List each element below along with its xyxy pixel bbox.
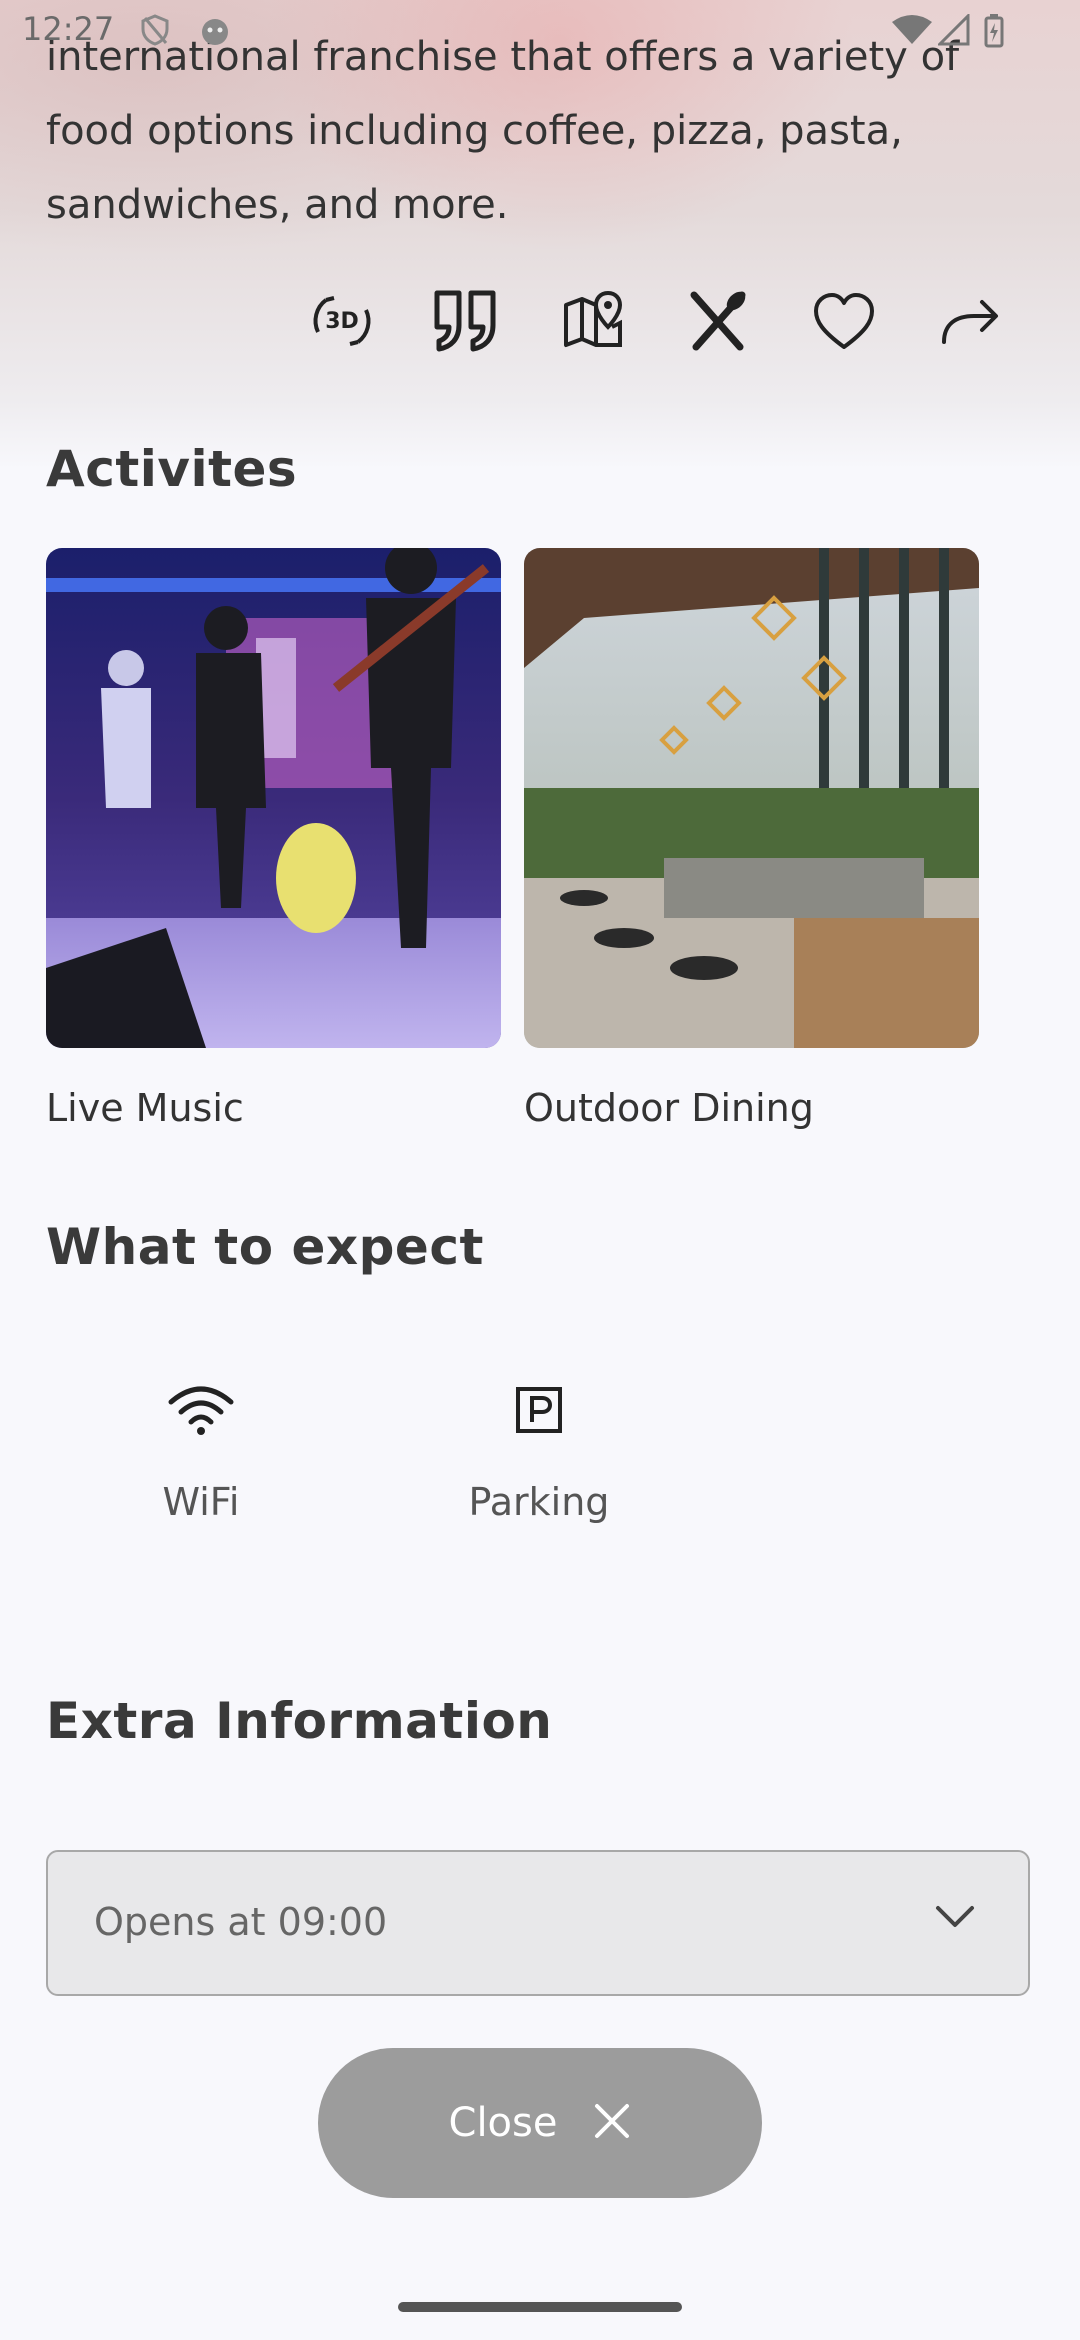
activity-label: Outdoor Dining — [524, 1086, 814, 1130]
chevron-down-icon — [934, 1904, 976, 1934]
opening-hours-dropdown[interactable]: Opens at 09:00 — [46, 1850, 1030, 1996]
favorite-button[interactable] — [806, 286, 882, 356]
amenity-label: Parking — [468, 1480, 610, 1524]
cell-signal-icon — [936, 12, 970, 50]
quote-icon — [434, 290, 496, 352]
wifi-icon — [91, 1380, 311, 1440]
status-bar: 12:27 — [0, 0, 1080, 60]
android-icon — [198, 14, 232, 50]
share-icon — [942, 300, 998, 344]
live-music-image — [46, 548, 501, 1048]
outdoor-dining-image — [524, 548, 979, 1048]
amenity-wifi: WiFi — [91, 1380, 311, 1524]
parking-icon — [429, 1380, 649, 1440]
fork-knife-icon — [690, 291, 746, 351]
activity-card-live-music[interactable]: Live Music — [46, 548, 501, 1130]
amenity-parking: Parking — [429, 1380, 649, 1524]
activity-card-outdoor-dining[interactable]: Outdoor Dining — [524, 548, 979, 1130]
amenity-label: WiFi — [162, 1480, 240, 1524]
wifi-signal-icon — [890, 14, 934, 50]
status-time: 12:27 — [22, 10, 115, 48]
close-button[interactable]: Close — [318, 2048, 762, 2198]
quotes-button[interactable] — [428, 286, 504, 356]
map-pin-icon — [564, 290, 623, 347]
heart-icon — [814, 293, 874, 349]
share-button[interactable] — [932, 286, 1008, 356]
opening-hours-value: Opens at 09:00 — [94, 1900, 388, 1944]
close-icon — [593, 2102, 631, 2144]
home-indicator[interactable] — [398, 2302, 682, 2312]
restaurant-button[interactable] — [680, 286, 756, 356]
map-button[interactable] — [556, 286, 632, 356]
activity-label: Live Music — [46, 1086, 244, 1130]
what-to-expect-title: What to expect — [46, 1218, 484, 1276]
battery-icon — [984, 14, 1004, 52]
3d-view-button[interactable]: 3D — [304, 286, 380, 356]
shield-icon — [140, 14, 170, 50]
close-button-label: Close — [448, 2100, 558, 2146]
svg-text:3D: 3D — [325, 309, 359, 334]
action-bar: 3D — [0, 286, 1080, 356]
extra-information-title: Extra Information — [46, 1692, 553, 1750]
3d-view-icon: 3D — [313, 296, 371, 346]
activities-title: Activites — [46, 440, 298, 498]
